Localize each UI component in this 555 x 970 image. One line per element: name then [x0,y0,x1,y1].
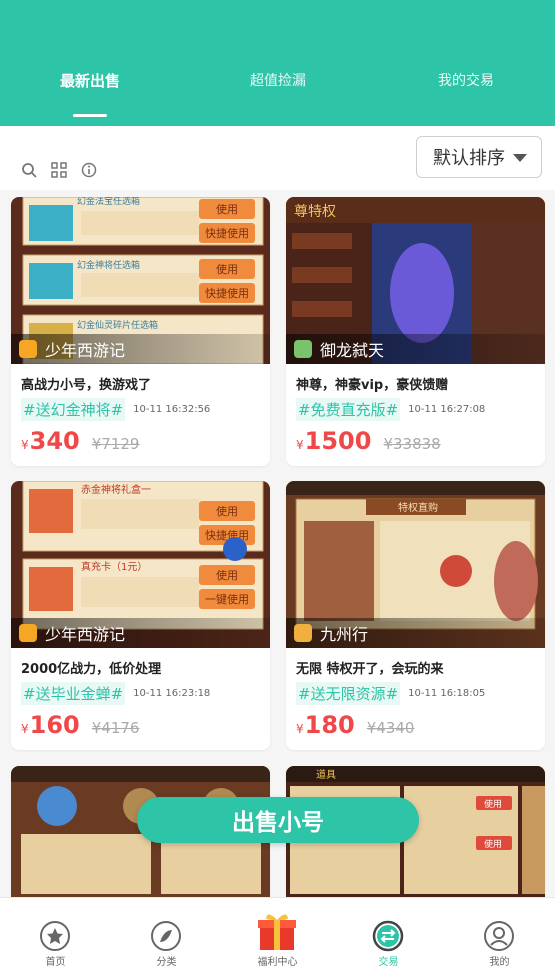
svg-text:使用: 使用 [484,798,502,810]
sort-dropdown[interactable]: 默认排序 [416,136,542,178]
listing-hashtag: #送幻金神将# [21,398,126,421]
nav-home[interactable]: 首页 [0,898,111,970]
game-name-tag: 少年西游记 [11,334,270,364]
svg-text:使用: 使用 [216,505,238,518]
filter-toolbar: 默认排序 [0,126,555,190]
nav-welfare-center[interactable]: 福利中心 [222,898,333,970]
gift-icon [258,914,296,950]
sell-account-button[interactable]: 出售小号 [137,797,419,843]
listing-title: 高战力小号，换游戏了 [21,378,152,393]
nav-trade[interactable]: 交易 [333,898,444,970]
listing-card[interactable]: 幻金法宝任选箱 幻金神将任选箱 幻金仙灵碎片任选箱 使用 快捷使用 使用 快捷使… [11,197,270,466]
svg-text:使用: 使用 [216,203,238,216]
listing-card[interactable]: 特权直购 九州行 无限 特权开了，会玩的来 #送无限资源# 10-11 16:1… [286,481,545,750]
listing-screenshot: 特权直购 九州行 [286,481,545,648]
listing-card[interactable]: 尊特权 御龙弑天 神尊，神豪vip，豪侠馈赠 #免费直充版# 10-11 16:… [286,197,545,466]
svg-text:使用: 使用 [216,263,238,276]
game-logo-icon [294,340,312,358]
exchange-icon [372,920,404,952]
game-name-tag: 少年西游记 [11,618,270,648]
price: 160 [29,711,80,739]
listing-title: 神尊，神豪vip，豪侠馈赠 [296,378,449,393]
listing-screenshot: 幻金法宝任选箱 幻金神将任选箱 幻金仙灵碎片任选箱 使用 快捷使用 使用 快捷使… [11,197,270,364]
tab-my-trades[interactable]: 我的交易 [386,70,546,90]
active-tab-indicator [73,114,107,117]
game-logo-icon [19,340,37,358]
original-price: ¥4340 [366,719,415,737]
listing-title: 无限 特权开了，会玩的来 [296,662,444,677]
compass-icon [151,921,181,951]
currency-symbol: ¥ [296,722,304,736]
svg-text:使用: 使用 [484,838,502,850]
price: 1500 [304,427,372,455]
svg-text:幻金仙灵碎片任选箱: 幻金仙灵碎片任选箱 [77,319,158,331]
listing-hashtag: #送毕业金蝉# [21,682,126,705]
svg-text:快捷使用: 快捷使用 [205,226,249,240]
listing-screenshot: 赤金神将礼盒一 真充卡（1元） 使用 快捷使用 使用 一键使用 少年西游记 [11,481,270,648]
original-price: ¥33838 [383,435,441,453]
svg-text:幻金神将任选箱: 幻金神将任选箱 [77,259,140,271]
game-logo-icon [19,624,37,642]
svg-text:使用: 使用 [216,569,238,582]
listing-hashtag: #送无限资源# [296,682,401,705]
svg-text:快捷使用: 快捷使用 [205,286,249,300]
original-price: ¥4176 [91,719,140,737]
svg-text:道具: 道具 [316,768,336,781]
game-logo-icon [294,624,312,642]
listing-card[interactable]: 赤金神将礼盒一 真充卡（1元） 使用 快捷使用 使用 一键使用 少年西游记 20… [11,481,270,750]
original-price: ¥7129 [91,435,140,453]
svg-text:一键使用: 一键使用 [205,592,249,606]
grid-icon[interactable] [51,162,67,178]
top-header: 最新出售 超值捡漏 我的交易 [0,0,555,126]
star-icon [40,921,70,951]
chevron-down-icon [513,154,527,162]
currency-symbol: ¥ [296,438,304,452]
nav-mine[interactable]: 我的 [444,898,555,970]
info-icon[interactable] [81,162,97,178]
listing-title: 2000亿战力，低价处理 [21,662,162,677]
svg-text:幻金法宝任选箱: 幻金法宝任选箱 [77,197,140,207]
search-icon[interactable] [21,162,37,178]
bottom-navigation: 首页 分类 福利中心 交易 我的 [0,897,555,970]
svg-text:赤金神将礼盒一: 赤金神将礼盒一 [81,483,151,496]
tab-latest[interactable]: 最新出售 [10,70,170,91]
game-name-tag: 御龙弑天 [286,334,545,364]
listing-screenshot: 尊特权 御龙弑天 [286,197,545,364]
svg-text:尊特权: 尊特权 [294,203,336,220]
listing-hashtag: #免费直充版# [296,398,401,421]
currency-symbol: ¥ [21,722,29,736]
svg-text:真充卡（1元）: 真充卡（1元） [81,560,147,573]
listing-time: 10-11 16:27:08 [408,404,486,415]
tab-bargain[interactable]: 超值捡漏 [198,70,358,90]
user-icon [484,921,514,951]
sort-label: 默认排序 [433,148,505,169]
listing-time: 10-11 16:32:56 [133,404,211,415]
price: 180 [304,711,355,739]
svg-text:特权直购: 特权直购 [398,501,438,514]
price: 340 [29,427,80,455]
game-name-tag: 九州行 [286,618,545,648]
currency-symbol: ¥ [21,438,29,452]
listing-time: 10-11 16:23:18 [133,688,211,699]
nav-category[interactable]: 分类 [111,898,222,970]
listing-time: 10-11 16:18:05 [408,688,486,699]
